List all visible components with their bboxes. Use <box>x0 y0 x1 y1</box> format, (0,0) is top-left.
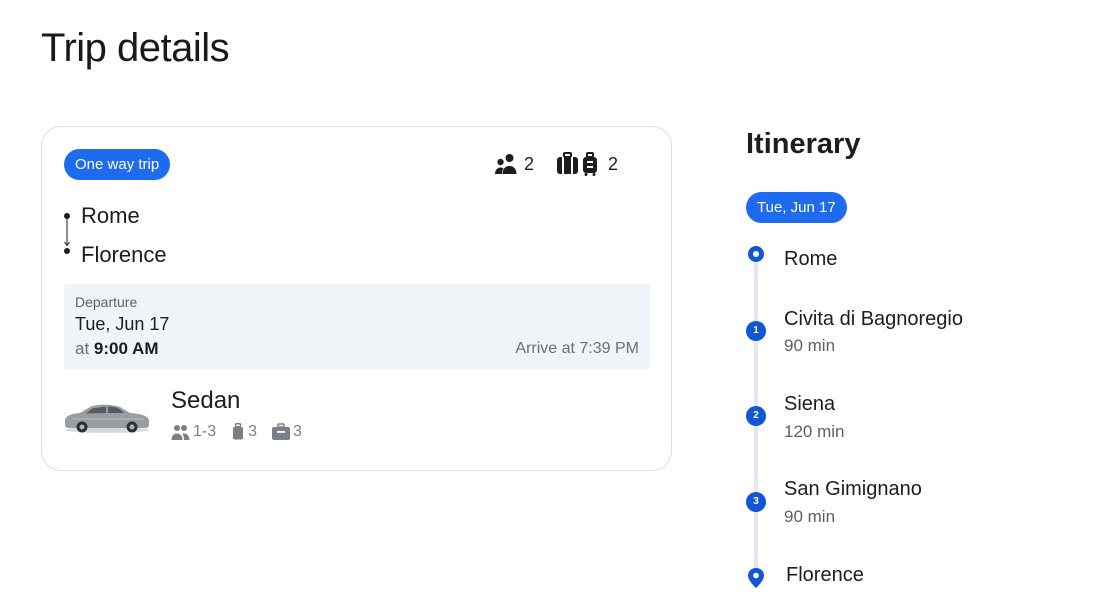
passenger-count: 2 <box>524 153 535 174</box>
stop-name: Siena <box>784 393 836 415</box>
vehicle-passenger-range: 1-3 <box>193 423 217 440</box>
destination-pin-icon <box>746 567 766 588</box>
vehicle-name: Sedan <box>171 387 241 414</box>
origin-marker-icon <box>746 244 766 264</box>
stop-duration: 90 min <box>784 336 836 355</box>
arrival-time: Arrive at 7:39 PM <box>515 340 639 357</box>
stop-name: San Gimignano <box>784 478 922 500</box>
vehicle-carry-on: 3 <box>271 423 302 441</box>
trip-type-badge: One way trip <box>64 149 171 180</box>
stop-name: Civita di Bagnoregio <box>784 308 963 330</box>
stop-duration: 90 min <box>784 507 836 526</box>
stop-duration: 120 min <box>784 422 845 441</box>
stop-name: Florence <box>786 564 864 586</box>
passengers-icon <box>494 152 518 176</box>
departure-clock: 9:00 AM <box>93 339 159 358</box>
stop-number-marker: 3 <box>746 492 766 512</box>
route-connector-icon <box>64 213 70 254</box>
departure-label: Departure <box>75 294 138 310</box>
luggage-icon <box>556 152 602 176</box>
page-title: Trip details <box>41 26 230 70</box>
departure-date: Tue, Jun 17 <box>75 314 170 334</box>
vehicle-specs: 1-3 3 3 <box>171 423 316 441</box>
departure-panel: Departure Tue, Jun 17 at 9:00 AM Arrive … <box>64 284 650 369</box>
carry-on-icon <box>272 423 291 440</box>
vehicle-passengers: 1-3 <box>171 423 216 441</box>
trip-card: One way trip 2 2 Rome Florence Departure… <box>41 126 672 471</box>
vehicle-suitcase-count: 3 <box>248 423 258 440</box>
vehicle-suitcases: 3 <box>230 423 257 441</box>
itinerary-title: Itinerary <box>746 128 861 160</box>
stop-name: Rome <box>784 248 838 270</box>
vehicle-carry-on-count: 3 <box>293 423 302 440</box>
origin-city: Rome <box>81 203 140 228</box>
trip-counts: 2 2 <box>494 152 618 176</box>
car-image <box>65 404 149 433</box>
stop-number-marker: 1 <box>746 321 766 341</box>
departure-time: at 9:00 AM <box>75 339 158 359</box>
destination-city: Florence <box>81 242 167 267</box>
person-icon <box>171 425 190 440</box>
stop-number-marker: 2 <box>746 406 766 426</box>
suitcase-icon <box>233 423 244 440</box>
departure-at-label: at <box>75 339 90 358</box>
luggage-count: 2 <box>608 153 619 174</box>
itinerary-date-badge: Tue, Jun 17 <box>746 192 847 223</box>
